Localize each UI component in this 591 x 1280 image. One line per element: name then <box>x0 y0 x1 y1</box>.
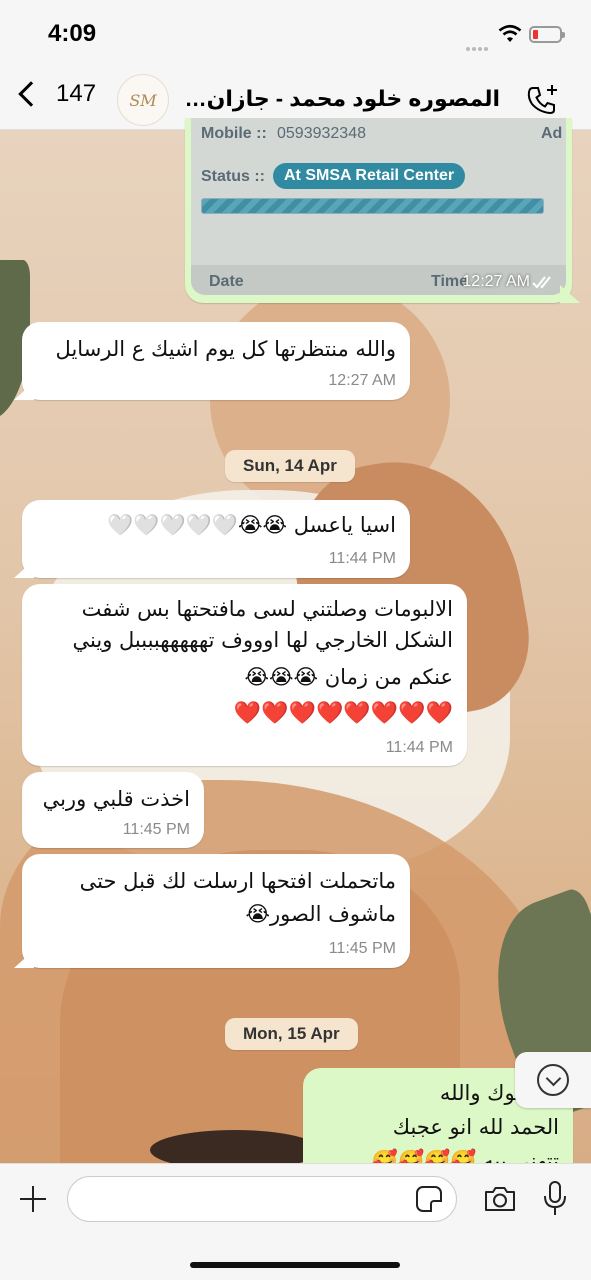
incoming-message[interactable]: اخذت قلبي وربي 11:45 PM <box>22 772 204 848</box>
message-input[interactable] <box>67 1176 457 1222</box>
message-text-line: ماتحملت افتحها ارسلت لك قبل حتى <box>79 869 396 893</box>
home-indicator[interactable] <box>190 1262 400 1268</box>
avatar-logo-text: SM <box>129 90 157 110</box>
microphone-icon[interactable] <box>541 1181 569 1217</box>
shipment-progress-bar <box>201 198 544 214</box>
message-text: اخذت قلبي وربي <box>42 787 190 811</box>
incoming-message[interactable]: الالبومات وصلتني لسى مافتحتها بس شفت الش… <box>22 584 467 766</box>
date-separator: Mon, 15 Apr <box>225 1018 358 1050</box>
plus-icon[interactable] <box>18 1184 48 1214</box>
back-button[interactable]: 147 <box>14 80 96 108</box>
message-time: 11:44 PM <box>385 739 453 756</box>
clock: 4:09 <box>48 20 97 47</box>
read-receipt-icon <box>532 276 551 289</box>
incoming-message[interactable]: والله منتظرتها كل يوم اشيك ع الرسايل 12:… <box>14 322 410 400</box>
message-time: 12:27 AM <box>328 372 396 389</box>
chat-title[interactable]: المصوره خلود محمد - جازان المصوره <box>182 86 500 112</box>
incoming-message[interactable]: اسيا ياعسل 😭😭🤍🤍🤍🤍🤍 11:44 PM <box>14 500 410 578</box>
shipment-status-badge: At SMSA Retail Center <box>273 163 466 189</box>
wallpaper-hair-bottom <box>150 1130 320 1165</box>
message-text-line: ❤️❤️❤️❤️❤️❤️❤️❤️ <box>233 701 453 726</box>
date-separator: Sun, 14 Apr <box>225 450 355 482</box>
message-time: 11:45 PM <box>122 821 190 838</box>
message-time: 11:44 PM <box>328 550 396 567</box>
sticker-icon[interactable] <box>416 1186 442 1212</box>
message-text-line: الشكل الخارجي لها اوووف تهههههببببل ويني <box>72 628 453 652</box>
message-text-line: الحمد لله انو عجبك <box>392 1115 559 1139</box>
message-text-line: ماشوف الصور😭 <box>245 902 396 926</box>
scroll-down-button[interactable] <box>515 1052 591 1108</box>
battery-icon <box>529 26 565 43</box>
signal-icon <box>466 38 490 56</box>
message-text-line: عنكم من زمان 😭😭😭 <box>244 665 453 689</box>
chevron-down-icon <box>537 1064 569 1096</box>
message-text: والله منتظرتها كل يوم اشيك ع الرسايل <box>55 337 396 361</box>
image-message[interactable]: Mobile :: 0593932348 Ad Status :: At SMS… <box>185 118 580 303</box>
unread-count: 147 <box>56 80 97 107</box>
message-text-line: الالبومات وصلتني لسى مافتحتها بس شفت <box>81 597 453 621</box>
phone-plus-icon[interactable] <box>524 82 560 118</box>
wifi-icon <box>498 24 522 42</box>
message-composer <box>0 1163 591 1280</box>
avatar[interactable]: SM <box>117 74 169 126</box>
message-time: 12:27 AM <box>462 273 530 290</box>
status-bar: 4:09 <box>0 0 591 70</box>
shipment-screenshot[interactable]: Mobile :: 0593932348 Ad Status :: At SMS… <box>191 118 566 295</box>
mobile-value: 0593932348 <box>277 125 366 142</box>
message-text: اسيا ياعسل 😭😭🤍🤍🤍🤍🤍 <box>107 513 396 537</box>
address-label-fragment: Ad <box>541 125 563 142</box>
camera-icon[interactable] <box>483 1186 517 1212</box>
date-label: Date <box>209 273 244 290</box>
incoming-message[interactable]: ماتحملت افتحها ارسلت لك قبل حتى ماشوف ال… <box>14 854 410 968</box>
status-label: Status :: <box>201 168 265 185</box>
mobile-label: Mobile :: <box>201 125 267 142</box>
message-time: 11:45 PM <box>328 940 396 957</box>
chevron-left-icon <box>18 81 44 107</box>
